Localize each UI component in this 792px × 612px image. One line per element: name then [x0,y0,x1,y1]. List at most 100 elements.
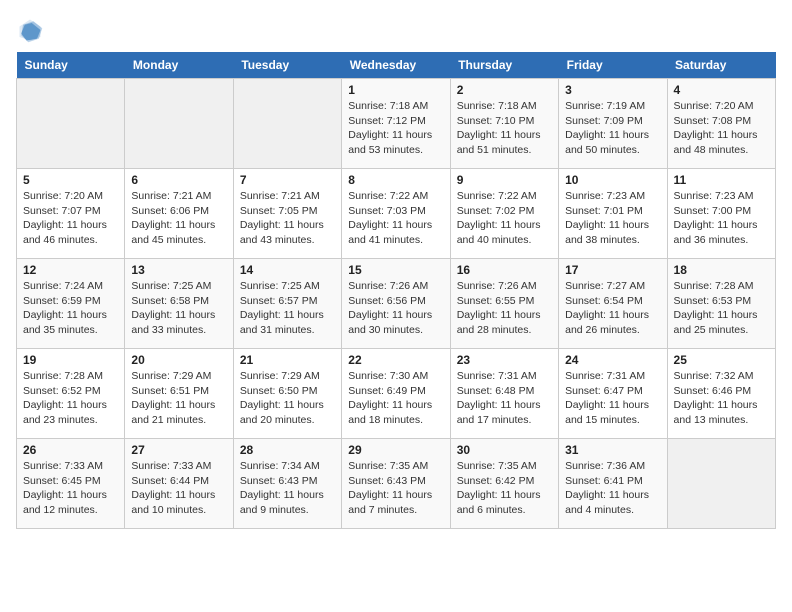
sunset-text: Sunset: 7:07 PM [23,204,118,219]
sunrise-text: Sunrise: 7:26 AM [457,279,552,294]
calendar-cell: 15Sunrise: 7:26 AMSunset: 6:56 PMDayligh… [342,259,450,349]
daylight-text: Daylight: 11 hours and 38 minutes. [565,218,660,247]
day-number: 23 [457,353,552,367]
daylight-text: Daylight: 11 hours and 23 minutes. [23,398,118,427]
day-number: 8 [348,173,443,187]
sunrise-text: Sunrise: 7:31 AM [457,369,552,384]
daylight-text: Daylight: 11 hours and 31 minutes. [240,308,335,337]
day-info: Sunrise: 7:25 AMSunset: 6:58 PMDaylight:… [131,279,226,338]
calendar-cell [125,79,233,169]
calendar-cell: 24Sunrise: 7:31 AMSunset: 6:47 PMDayligh… [559,349,667,439]
day-info: Sunrise: 7:26 AMSunset: 6:56 PMDaylight:… [348,279,443,338]
sunset-text: Sunset: 6:45 PM [23,474,118,489]
sunrise-text: Sunrise: 7:20 AM [674,99,769,114]
page-header [16,16,776,44]
day-number: 3 [565,83,660,97]
logo-icon [16,16,44,44]
daylight-text: Daylight: 11 hours and 15 minutes. [565,398,660,427]
calendar-cell: 13Sunrise: 7:25 AMSunset: 6:58 PMDayligh… [125,259,233,349]
daylight-text: Daylight: 11 hours and 17 minutes. [457,398,552,427]
daylight-text: Daylight: 11 hours and 21 minutes. [131,398,226,427]
day-info: Sunrise: 7:29 AMSunset: 6:50 PMDaylight:… [240,369,335,428]
day-number: 30 [457,443,552,457]
calendar-cell: 30 Sunrise: 7:35 AMSunset: 6:42 PMDayligh… [450,439,558,529]
day-info: Sunrise: 7:29 AMSunset: 6:51 PMDaylight:… [131,369,226,428]
weekday-row: SundayMondayTuesdayWednesdayThursdayFrid… [17,52,776,79]
sunrise-text: Sunrise: 7:34 AM [240,459,335,474]
calendar-week-row: 12Sunrise: 7:24 AMSunset: 6:59 PMDayligh… [17,259,776,349]
day-number: 6 [131,173,226,187]
sunset-text: Sunset: 6:44 PM [131,474,226,489]
calendar-cell: 8 Sunrise: 7:22 AMSunset: 7:03 PMDaylight… [342,169,450,259]
daylight-text: Daylight: 11 hours and 50 minutes. [565,128,660,157]
sunrise-text: Sunrise: 7:28 AM [674,279,769,294]
day-info: Sunrise: 7:21 AMSunset: 7:05 PMDaylight:… [240,189,335,248]
daylight-text: Daylight: 11 hours and 40 minutes. [457,218,552,247]
calendar-cell: 18Sunrise: 7:28 AMSunset: 6:53 PMDayligh… [667,259,775,349]
sunset-text: Sunset: 6:53 PM [674,294,769,309]
day-info: Sunrise: 7:35 AMSunset: 6:42 PMDaylight:… [457,459,552,518]
day-number: 17 [565,263,660,277]
day-number: 10 [565,173,660,187]
day-info: Sunrise: 7:36 AMSunset: 6:41 PMDaylight:… [565,459,660,518]
day-info: Sunrise: 7:26 AMSunset: 6:55 PMDaylight:… [457,279,552,338]
calendar-week-row: 5 Sunrise: 7:20 AMSunset: 7:07 PM Daylight… [17,169,776,259]
day-info: Sunrise: 7:18 AMSunset: 7:12 PMDaylight:… [348,99,443,158]
day-number: 22 [348,353,443,367]
calendar-cell [17,79,125,169]
day-number: 1 [348,83,443,97]
calendar-cell: 17Sunrise: 7:27 AMSunset: 6:54 PMDayligh… [559,259,667,349]
sunset-text: Sunset: 6:43 PM [348,474,443,489]
daylight-text: Daylight: 11 hours and 6 minutes. [457,488,552,517]
sunrise-text: Sunrise: 7:29 AM [240,369,335,384]
calendar-cell: 16Sunrise: 7:26 AMSunset: 6:55 PMDayligh… [450,259,558,349]
logo [16,16,48,44]
calendar-cell: 29 Sunrise: 7:35 AMSunset: 6:43 PMDayligh… [342,439,450,529]
day-number: 27 [131,443,226,457]
day-info: Sunrise: 7:24 AMSunset: 6:59 PMDaylight:… [23,279,118,338]
calendar-body: 1 Sunrise: 7:18 AMSunset: 7:12 PMDaylight… [17,79,776,529]
day-number: 31 [565,443,660,457]
sunset-text: Sunset: 6:58 PM [131,294,226,309]
sunset-text: Sunset: 6:51 PM [131,384,226,399]
day-number: 21 [240,353,335,367]
sunrise-text: Sunrise: 7:33 AM [23,459,118,474]
daylight-text: Daylight: 11 hours and 10 minutes. [131,488,226,517]
daylight-text: Daylight: 11 hours and 33 minutes. [131,308,226,337]
sunset-text: Sunset: 7:01 PM [565,204,660,219]
calendar-cell [233,79,341,169]
daylight-text: Daylight: 11 hours and 43 minutes. [240,218,335,247]
weekday-header: Saturday [667,52,775,79]
day-info: Sunrise: 7:35 AMSunset: 6:43 PMDaylight:… [348,459,443,518]
day-info: Sunrise: 7:30 AMSunset: 6:49 PMDaylight:… [348,369,443,428]
day-number: 26 [23,443,118,457]
sunset-text: Sunset: 6:57 PM [240,294,335,309]
calendar-cell: 5Sunrise: 7:20 AMSunset: 7:07 PMDaylight… [17,169,125,259]
daylight-text: Daylight: 11 hours and 53 minutes. [348,128,443,157]
sunset-text: Sunset: 7:02 PM [457,204,552,219]
day-info: Sunrise: 7:22 AMSunset: 7:03 PMDaylight:… [348,189,443,248]
sunrise-text: Sunrise: 7:26 AM [348,279,443,294]
sunset-text: Sunset: 6:41 PM [565,474,660,489]
day-number: 28 [240,443,335,457]
calendar-cell: 4Sunrise: 7:20 AMSunset: 7:08 PMDaylight… [667,79,775,169]
day-number: 5 [23,173,118,187]
calendar-cell: 28Sunrise: 7:34 AMSunset: 6:43 PMDayligh… [233,439,341,529]
day-info: Sunrise: 7:31 AMSunset: 6:47 PMDaylight:… [565,369,660,428]
day-info: Sunrise: 7:20 AMSunset: 7:08 PMDaylight:… [674,99,769,158]
sunrise-text: Sunrise: 7:21 AM [240,189,335,204]
daylight-text: Daylight: 11 hours and 12 minutes. [23,488,118,517]
sunrise-text: Sunrise: 7:33 AM [131,459,226,474]
sunrise-text: Sunrise: 7:35 AM [457,459,552,474]
sunset-text: Sunset: 6:55 PM [457,294,552,309]
sunset-text: Sunset: 7:00 PM [674,204,769,219]
calendar-cell: 6Sunrise: 7:21 AMSunset: 6:06 PMDaylight… [125,169,233,259]
day-number: 29 [348,443,443,457]
sunset-text: Sunset: 6:50 PM [240,384,335,399]
day-info: Sunrise: 7:19 AMSunset: 7:09 PMDaylight:… [565,99,660,158]
sunrise-text: Sunrise: 7:30 AM [348,369,443,384]
sunrise-text: Sunrise: 7:20 AM [23,189,118,204]
weekday-header: Monday [125,52,233,79]
sunset-text: Sunset: 6:42 PM [457,474,552,489]
calendar-cell: 25Sunrise: 7:32 AMSunset: 6:46 PMDayligh… [667,349,775,439]
